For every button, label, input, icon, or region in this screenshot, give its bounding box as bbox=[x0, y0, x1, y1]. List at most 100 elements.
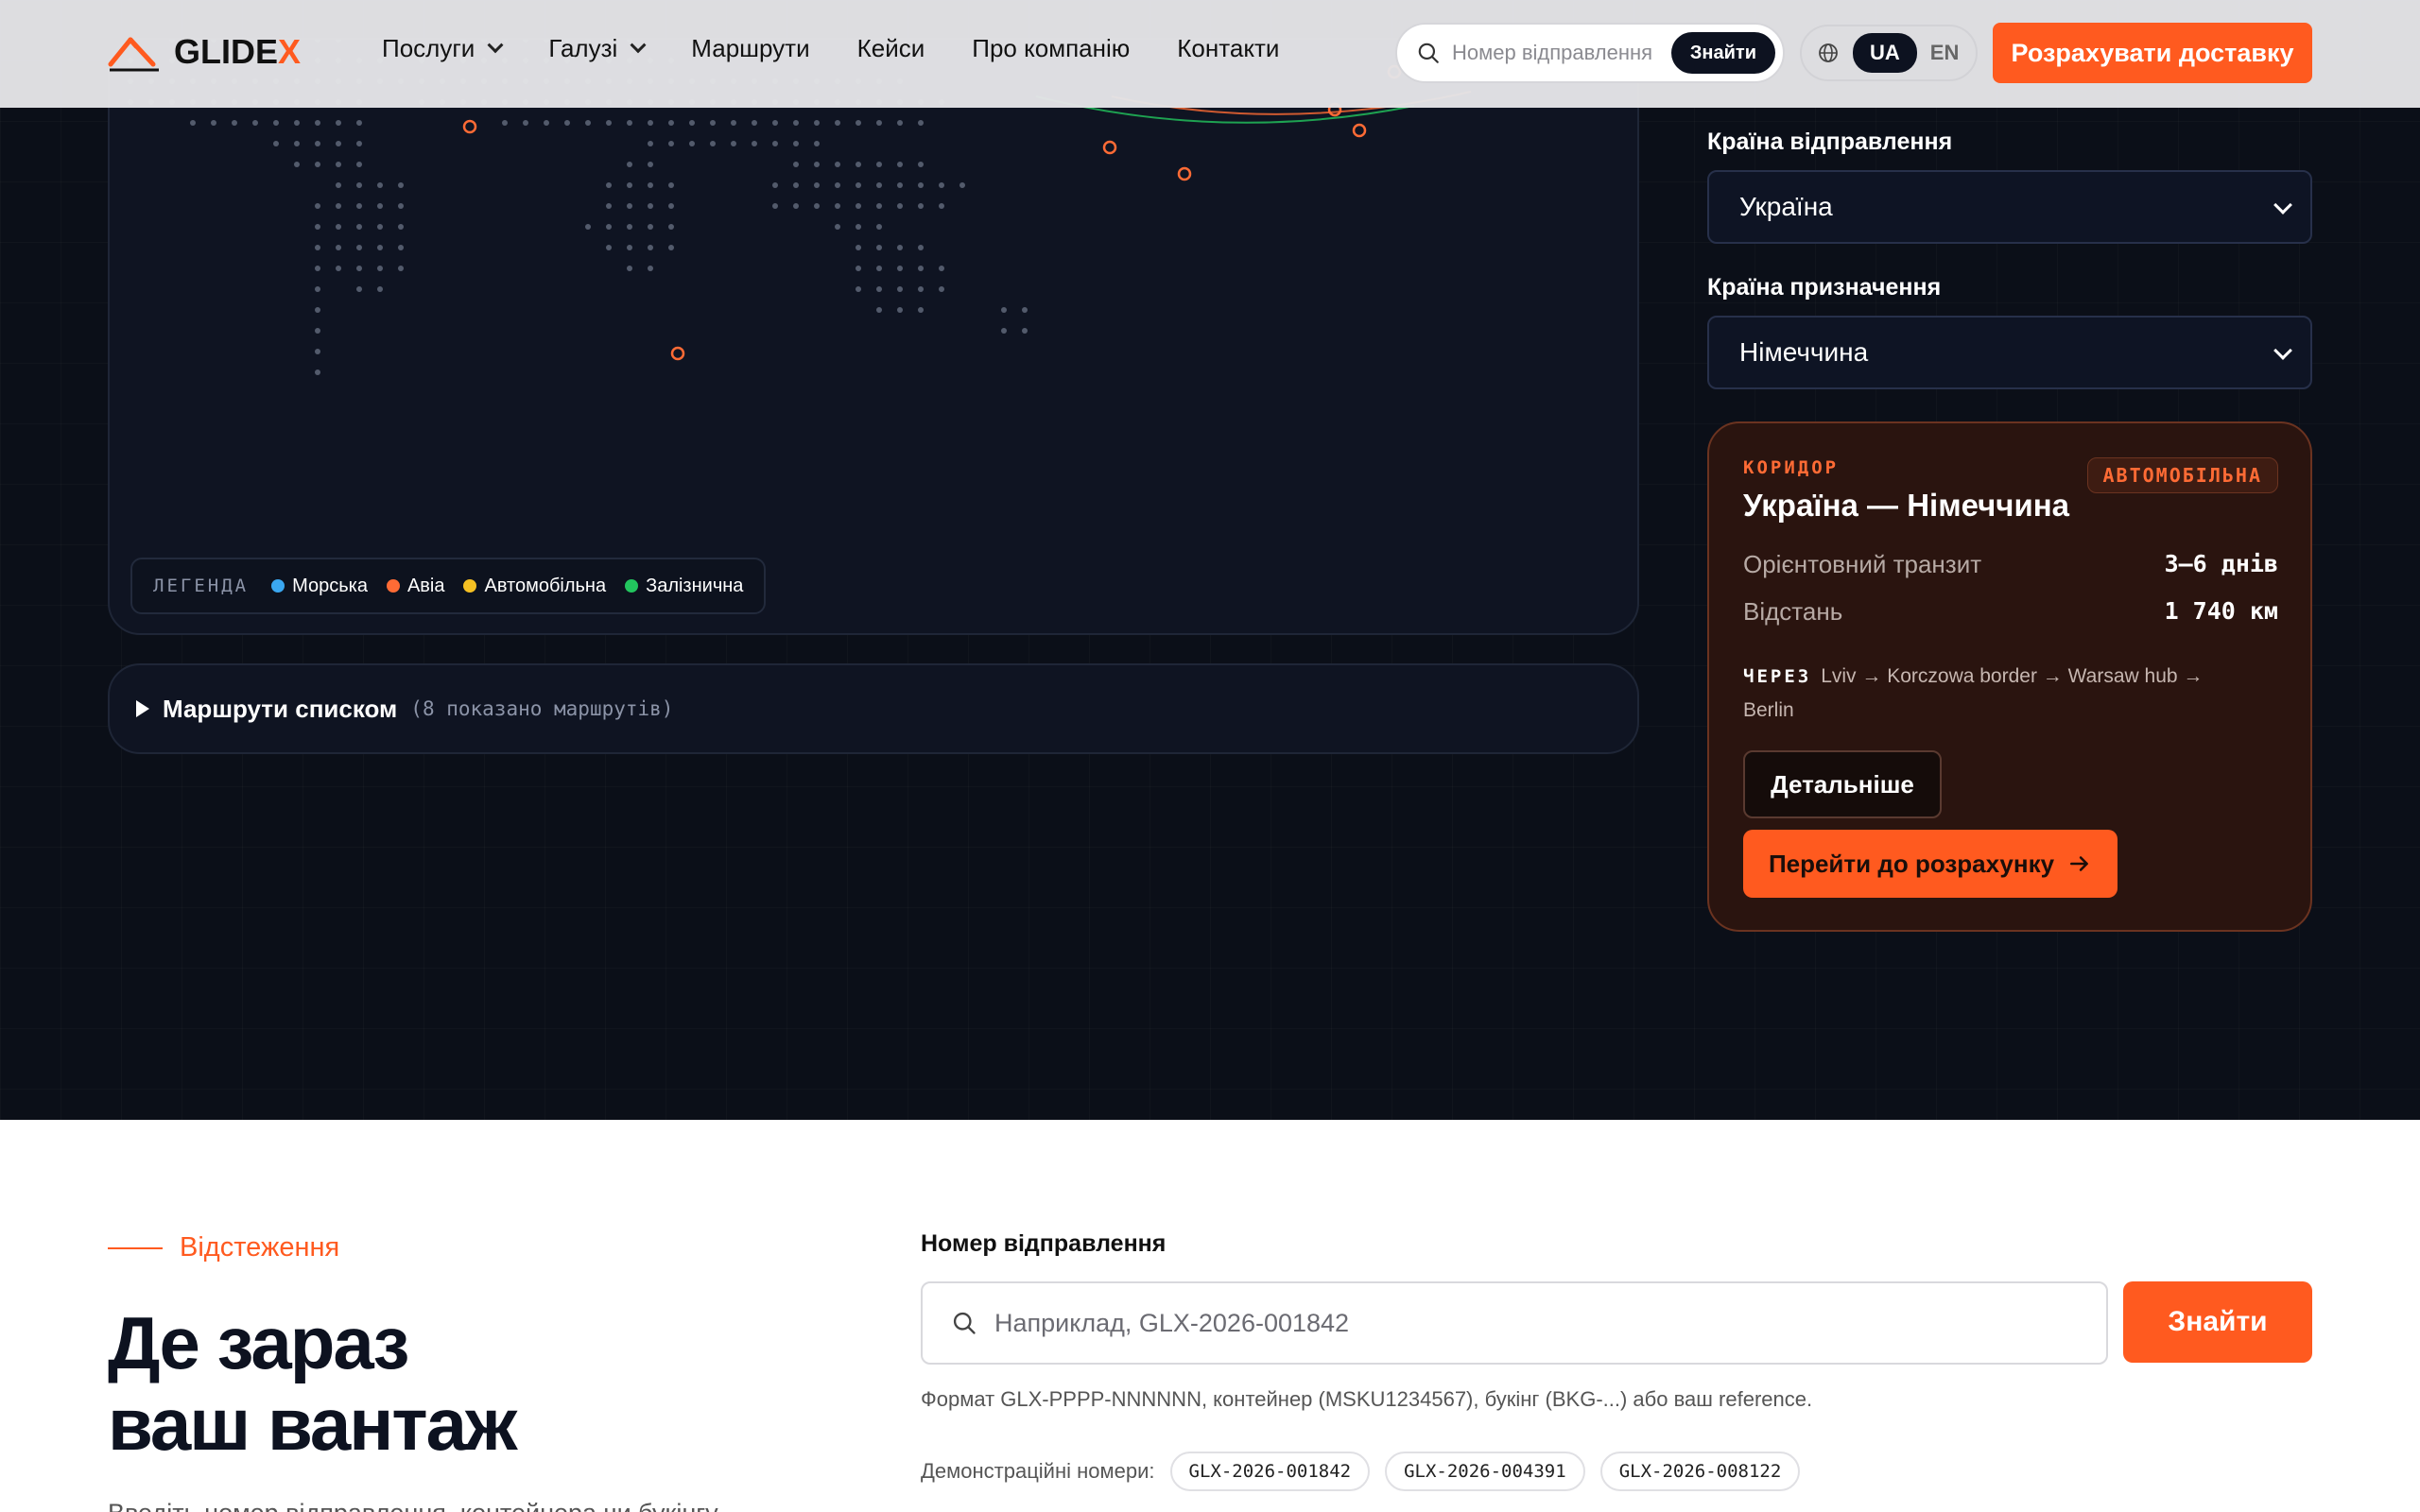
map-dot bbox=[232, 120, 237, 126]
map-dot bbox=[1001, 307, 1007, 313]
transit-row: Орієнтовний транзит 3–6 днів bbox=[1743, 550, 2278, 578]
map-dot bbox=[752, 141, 757, 146]
nav-cases[interactable]: Кейси bbox=[857, 34, 925, 63]
lang-ua-button[interactable]: UA bbox=[1853, 33, 1917, 73]
transport-mode-badge: АВТОМОБІЛЬНА bbox=[2086, 457, 2278, 493]
map-dot bbox=[544, 120, 549, 126]
tracking-input[interactable] bbox=[994, 1308, 2034, 1338]
search-icon bbox=[953, 1312, 976, 1334]
map-dot bbox=[793, 162, 799, 167]
routes-list-count: (8 показано маршрутів) bbox=[410, 697, 674, 720]
sea-color-dot bbox=[271, 579, 285, 593]
go-to-calculation-button[interactable]: Перейти до розрахунку bbox=[1743, 830, 2118, 898]
map-dot bbox=[876, 203, 882, 209]
map-dot bbox=[856, 162, 861, 167]
route-pin[interactable] bbox=[670, 346, 685, 361]
map-dot bbox=[1022, 328, 1028, 334]
map-dot bbox=[1022, 307, 1028, 313]
map-dot bbox=[606, 203, 612, 209]
header-tracking-input[interactable] bbox=[1452, 41, 1669, 65]
map-dot bbox=[336, 266, 341, 271]
map-dot bbox=[856, 286, 861, 292]
map-dot bbox=[315, 224, 320, 230]
logo[interactable]: GLIDEX bbox=[108, 32, 301, 72]
map-dot bbox=[315, 162, 320, 167]
map-dot bbox=[523, 120, 528, 126]
map-dot bbox=[315, 349, 320, 354]
map-dot bbox=[856, 245, 861, 250]
map-dot bbox=[835, 162, 840, 167]
map-dot bbox=[668, 182, 674, 188]
calculate-delivery-button[interactable]: Розрахувати доставку bbox=[1993, 23, 2312, 83]
demo-number-chip[interactable]: GLX-2026-001842 bbox=[1169, 1452, 1371, 1491]
map-dot bbox=[398, 224, 404, 230]
corridor-title: Україна — Німеччина bbox=[1743, 488, 2070, 523]
map-dot bbox=[564, 120, 570, 126]
map-dot bbox=[918, 162, 924, 167]
map-legend: ЛЕГЕНДА Морська Авіа Автомобільна Залізн… bbox=[130, 558, 767, 614]
chevron-down-icon bbox=[2273, 196, 2292, 215]
route-pin[interactable] bbox=[1102, 140, 1117, 155]
map-dot bbox=[377, 182, 383, 188]
map-dot bbox=[315, 266, 320, 271]
route-pin[interactable] bbox=[462, 119, 477, 134]
lang-en-button[interactable]: EN bbox=[1930, 41, 1960, 65]
map-dot bbox=[835, 203, 840, 209]
routes-list-toggle[interactable]: Маршрути списком (8 показано маршрутів) bbox=[108, 663, 1639, 754]
map-dot bbox=[315, 286, 320, 292]
nav-industries[interactable]: Галузі bbox=[548, 34, 647, 63]
origin-select[interactable]: Україна bbox=[1707, 170, 2312, 244]
distance-row: Відстань 1 740 км bbox=[1743, 597, 2278, 626]
details-button[interactable]: Детальніше bbox=[1743, 750, 1942, 818]
destination-select[interactable]: Німеччина bbox=[1707, 316, 2312, 389]
chevron-down-icon bbox=[630, 36, 647, 53]
map-dot bbox=[918, 307, 924, 313]
nav-services[interactable]: Послуги bbox=[382, 34, 504, 63]
map-dot bbox=[627, 162, 632, 167]
map-dot bbox=[876, 224, 882, 230]
map-dot bbox=[315, 203, 320, 209]
tracking-format-hint: Формат GLX-PPPP-NNNNNN, контейнер (MSKU1… bbox=[921, 1387, 1813, 1411]
tracking-eyebrow: Відстеження bbox=[108, 1232, 339, 1263]
nav-contacts[interactable]: Контакти bbox=[1177, 34, 1279, 63]
demo-number-chip[interactable]: GLX-2026-008122 bbox=[1599, 1452, 1801, 1491]
map-dot bbox=[731, 141, 736, 146]
map-dot bbox=[294, 162, 300, 167]
map-dot bbox=[772, 141, 778, 146]
map-dot bbox=[336, 203, 341, 209]
map-dot bbox=[918, 245, 924, 250]
route-map: ЛЕГЕНДА Морська Авіа Автомобільна Залізн… bbox=[108, 38, 1639, 635]
map-dot bbox=[814, 203, 820, 209]
map-dot bbox=[627, 120, 632, 126]
map-dot bbox=[793, 120, 799, 126]
route-pin[interactable] bbox=[1177, 166, 1192, 181]
map-dot bbox=[336, 162, 341, 167]
map-dot bbox=[918, 203, 924, 209]
map-dot bbox=[606, 120, 612, 126]
map-dot bbox=[897, 182, 903, 188]
expand-triangle-icon bbox=[136, 700, 149, 717]
map-dot bbox=[814, 120, 820, 126]
map-dot bbox=[668, 120, 674, 126]
header-search-button[interactable]: Знайти bbox=[1670, 32, 1775, 74]
map-dot bbox=[315, 328, 320, 334]
chevron-down-icon bbox=[487, 36, 504, 53]
map-dot bbox=[897, 266, 903, 271]
map-dot bbox=[939, 182, 944, 188]
demo-number-chip[interactable]: GLX-2026-004391 bbox=[1385, 1452, 1585, 1491]
map-dot bbox=[648, 141, 653, 146]
map-dot bbox=[897, 245, 903, 250]
map-dot bbox=[689, 120, 695, 126]
nav-routes[interactable]: Маршрути bbox=[691, 34, 809, 63]
route-pin[interactable] bbox=[1352, 123, 1367, 138]
map-dot bbox=[356, 120, 362, 126]
map-dot bbox=[668, 224, 674, 230]
map-dot bbox=[876, 182, 882, 188]
map-dot bbox=[648, 245, 653, 250]
map-dot bbox=[377, 203, 383, 209]
legend-title: ЛЕГЕНДА bbox=[153, 576, 250, 596]
map-dot bbox=[897, 162, 903, 167]
origin-label: Країна відправлення bbox=[1707, 129, 1953, 155]
nav-about[interactable]: Про компанію bbox=[972, 34, 1130, 63]
tracking-search-button[interactable]: Знайти bbox=[2123, 1281, 2312, 1363]
